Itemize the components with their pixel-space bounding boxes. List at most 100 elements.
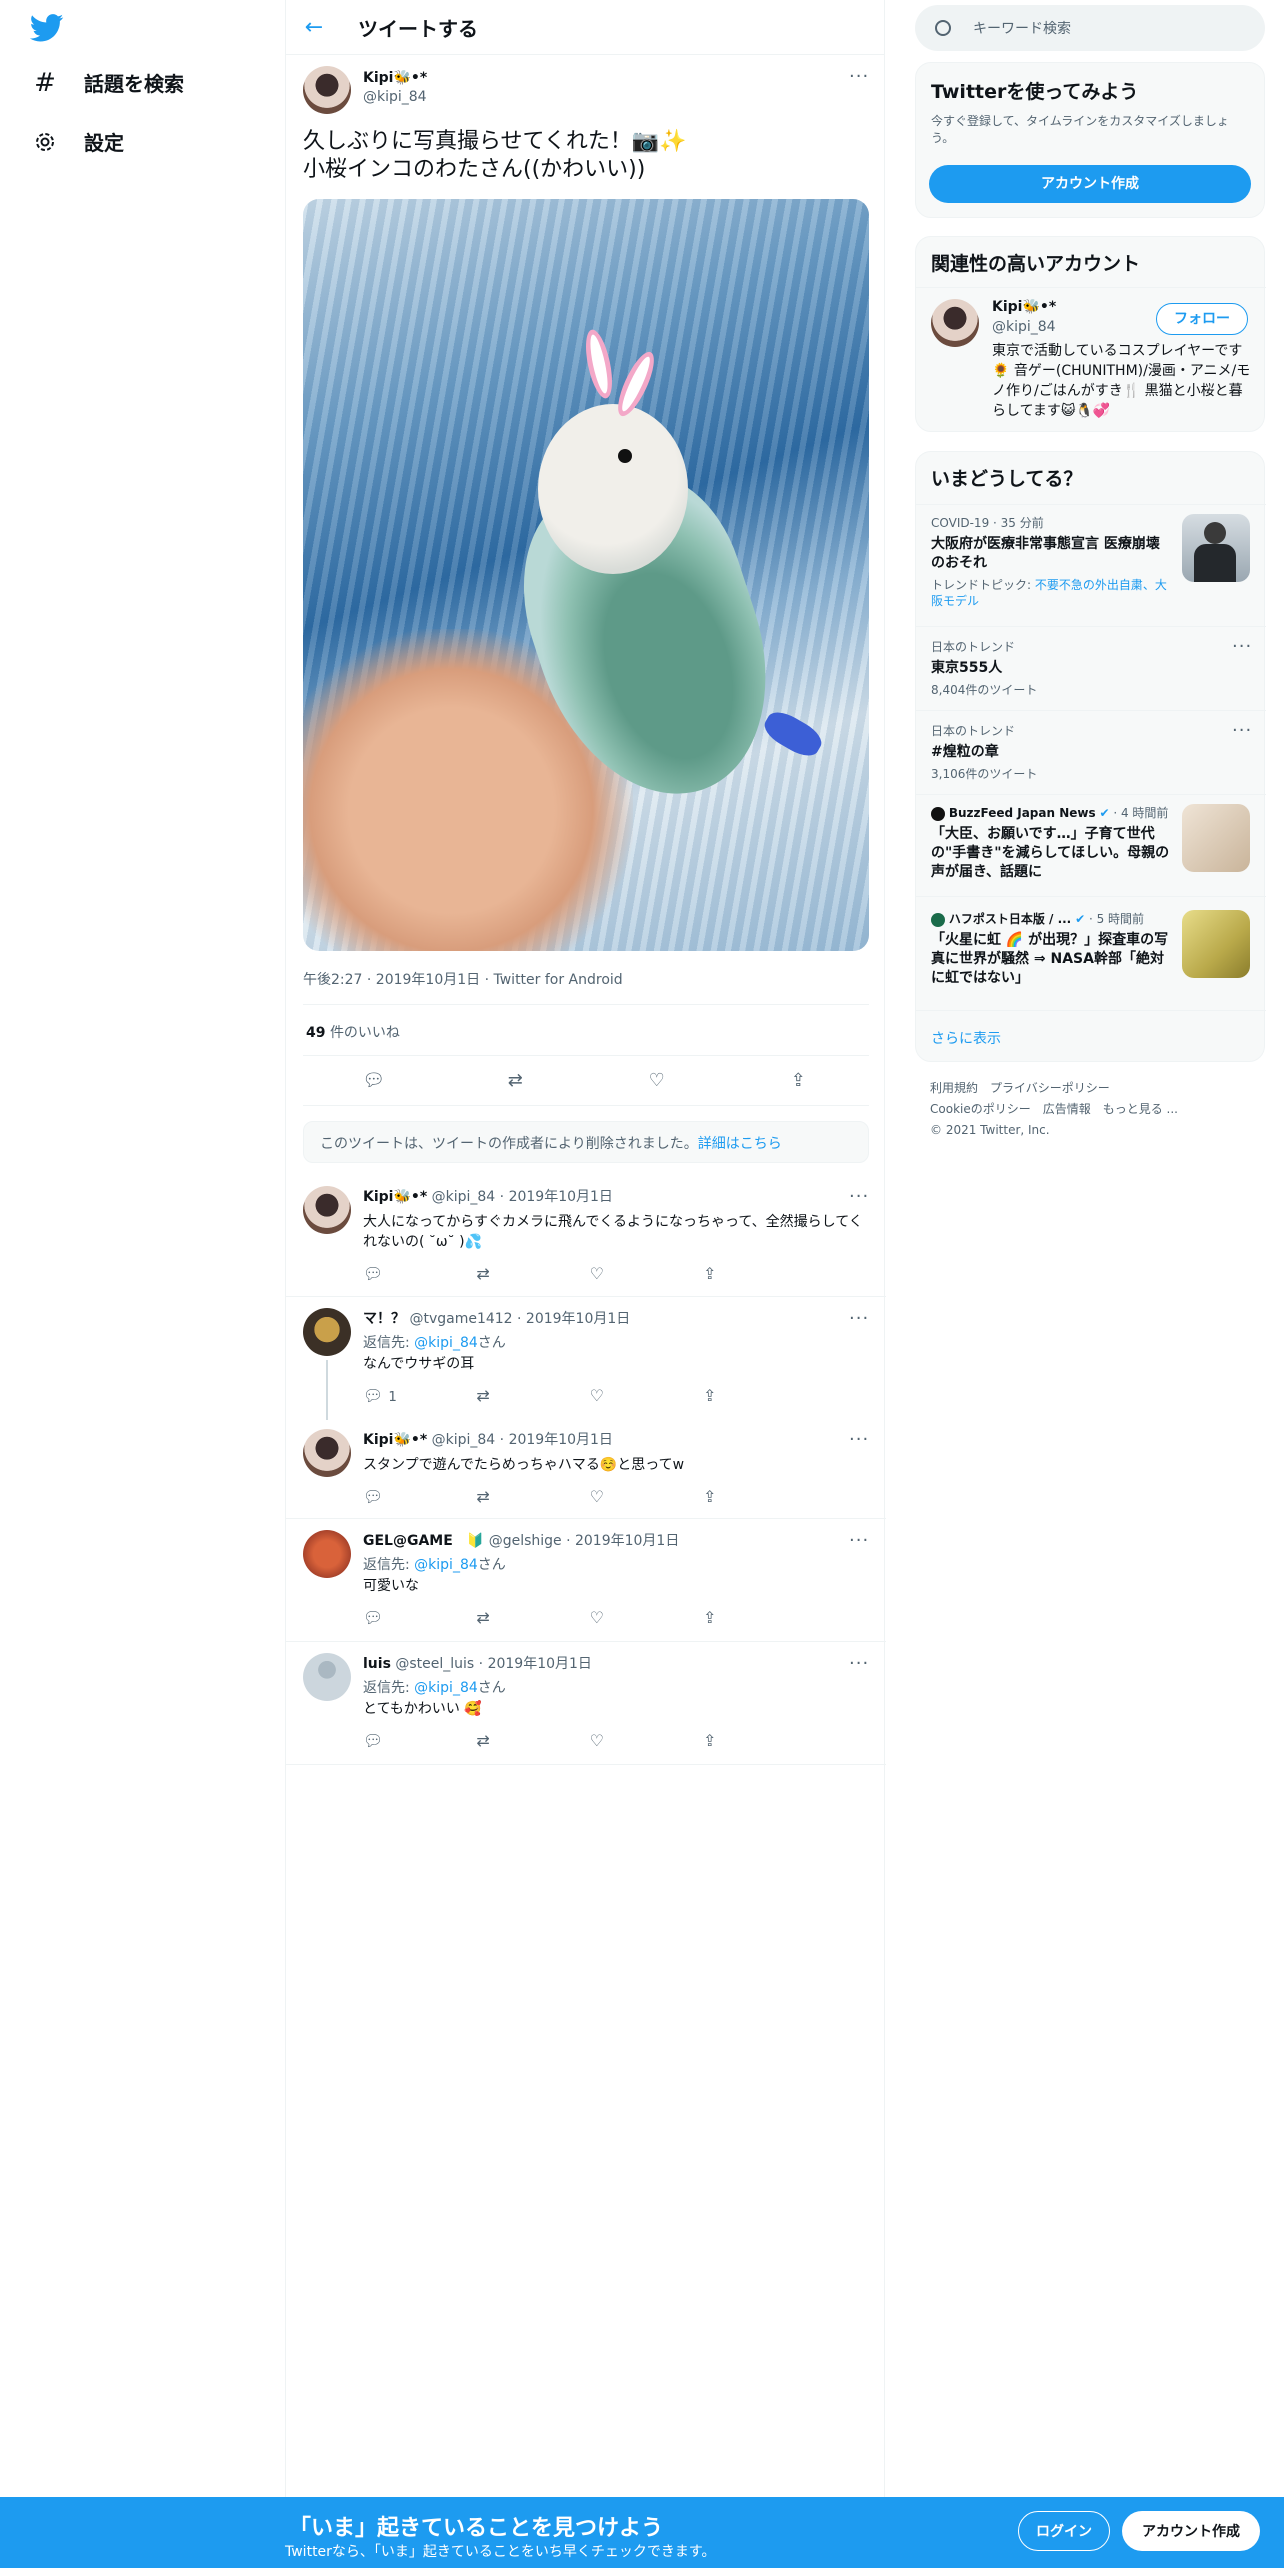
follow-button[interactable]: フォロー	[1156, 303, 1248, 335]
news-thumbnail	[1182, 910, 1250, 978]
source-logo-icon	[931, 912, 945, 927]
avatar[interactable]	[303, 1186, 351, 1234]
avatar[interactable]	[303, 1530, 351, 1578]
reply-name[interactable]: Kipi🐝•*	[363, 1189, 427, 1205]
news-item[interactable]: ハフポスト日本版 / ... ✔ · 5 時間前 「火星に虹 🌈 が出現？」探査…	[916, 910, 1266, 988]
share-icon[interactable]: ⇪	[703, 1386, 783, 1405]
avatar[interactable]	[303, 1653, 351, 1701]
reply-handle[interactable]: @gelshige	[489, 1533, 562, 1549]
tweet-actions: 💬︎ ⇄ ♡ ⇪	[303, 1070, 869, 1091]
share-icon[interactable]: ⇪	[703, 1731, 783, 1750]
share-icon[interactable]: ⇪	[703, 1608, 783, 1627]
trend-title: 大阪府が医療非常事態宣言 医療崩壊のおそれ	[931, 536, 1160, 571]
reply-handle[interactable]: @kipi_84	[432, 1189, 496, 1205]
trend-title: #煌粒の章	[931, 744, 999, 760]
trend-item[interactable]: COVID-19 · 35 分前 大阪府が医療非常事態宣言 医療崩壊のおそれ ト…	[916, 514, 1266, 609]
retweet-icon[interactable]: ⇄	[476, 1264, 556, 1283]
login-button[interactable]: ログイン	[1018, 2511, 1110, 2551]
search-box[interactable]: キーワード検索	[915, 5, 1265, 51]
footer-line-1[interactable]: 利用規約 プライバシーポリシー	[930, 1078, 1250, 1099]
footer-line-2[interactable]: Cookieのポリシー 広告情報 もっと見る ...	[930, 1099, 1250, 1120]
like-count[interactable]: 49 件のいいね	[306, 1022, 400, 1042]
news-title: 「大臣、お願いです…」子育て世代の"手書き"を減らしてほしい。母親の声が届き、話…	[931, 826, 1170, 880]
twitter-bird-icon[interactable]	[30, 14, 64, 42]
copyright: © 2021 Twitter, Inc.	[930, 1123, 1050, 1137]
related-name[interactable]: Kipi🐝•*	[992, 299, 1056, 315]
retweet-icon[interactable]: ⇄	[476, 1487, 556, 1506]
avatar[interactable]	[931, 299, 979, 347]
reply-name[interactable]: マ！？	[363, 1311, 405, 1327]
hashtag-icon: #	[34, 67, 56, 98]
related-handle[interactable]: @kipi_84	[992, 319, 1056, 335]
reply-date[interactable]: · 2019年10月1日	[500, 1189, 613, 1205]
retweet-icon[interactable]: ⇄	[476, 1608, 556, 1627]
reply-text: スタンプで遊んでたらめっちゃハマる☺️と思ってw	[363, 1457, 685, 1473]
banner-subtitle: Twitterなら、「いま」起きていることをいち早くチェックできます。	[285, 2544, 716, 2560]
nav-settings[interactable]: 設定	[32, 127, 124, 156]
reply-icon[interactable]: 💬︎	[363, 1608, 443, 1627]
reply-date[interactable]: · 2019年10月1日	[479, 1656, 592, 1672]
share-icon[interactable]: ⇪	[783, 1070, 813, 1091]
reply-count: 1	[388, 1390, 397, 1405]
reply-to-handle[interactable]: @kipi_84	[414, 1335, 478, 1351]
reply-to-suffix: さん	[477, 1335, 506, 1351]
search-icon	[935, 20, 951, 36]
reply-icon[interactable]: 💬︎	[363, 1731, 443, 1750]
reply-icon[interactable]: 💬︎	[359, 1070, 389, 1091]
signup-button[interactable]: アカウント作成	[1122, 2511, 1260, 2551]
like-icon[interactable]: ♡	[590, 1264, 670, 1283]
retweet-icon[interactable]: ⇄	[500, 1070, 530, 1091]
share-icon[interactable]: ⇪	[703, 1264, 783, 1283]
thread-connector	[326, 1360, 328, 1420]
nav-explore[interactable]: # 話題を検索	[32, 67, 184, 98]
reply-to-label: 返信先:	[363, 1557, 415, 1573]
more-options-icon[interactable]: ···	[1232, 720, 1252, 741]
avatar[interactable]	[303, 1308, 351, 1356]
reply-handle[interactable]: @steel_luis	[395, 1656, 474, 1672]
retweet-icon[interactable]: ⇄	[476, 1386, 556, 1405]
tweet-photo[interactable]	[303, 199, 869, 951]
banner-title: 「いま」起きていることを見つけよう	[289, 2516, 664, 2541]
create-account-button[interactable]: アカウント作成	[929, 165, 1251, 203]
more-options-icon[interactable]: ···	[1232, 636, 1252, 657]
like-icon[interactable]: ♡	[590, 1386, 670, 1405]
avatar[interactable]	[303, 66, 351, 114]
reply-date[interactable]: · 2019年10月1日	[500, 1432, 613, 1448]
news-item[interactable]: BuzzFeed Japan News ✔ · 4 時間前 「大臣、お願いです……	[916, 804, 1266, 882]
details-link[interactable]: 詳細はこちら	[698, 1136, 782, 1152]
reply-date[interactable]: · 2019年10月1日	[517, 1311, 630, 1327]
back-arrow-icon[interactable]: ←	[300, 13, 328, 41]
reply-to-handle[interactable]: @kipi_84	[414, 1557, 478, 1573]
like-icon[interactable]: ♡	[642, 1070, 672, 1091]
like-icon[interactable]: ♡	[590, 1487, 670, 1506]
trend-item[interactable]: 日本のトレンド #煌粒の章 3,106件のツイート ···	[916, 720, 1266, 782]
source-logo-icon	[931, 806, 945, 821]
trend-sub-prefix: トレンドトピック:	[931, 578, 1035, 592]
reply-name[interactable]: luis	[363, 1656, 391, 1672]
nav-explore-label: 話題を検索	[84, 72, 184, 96]
tweet-author[interactable]: Kipi🐝•* @kipi_84	[303, 66, 427, 114]
tweet-timestamp[interactable]: 午後2:27 · 2019年10月1日 · Twitter for Androi…	[303, 969, 623, 989]
show-more-link[interactable]: さらに表示	[931, 1028, 1001, 1048]
like-icon[interactable]: ♡	[590, 1608, 670, 1627]
news-title: 「火星に虹 🌈 が出現？」探査車の写真に世界が騒然 ⇒ NASA幹部「絶対に虹で…	[931, 932, 1169, 986]
retweet-icon[interactable]: ⇄	[476, 1731, 556, 1750]
reply-handle[interactable]: @tvgame1412	[409, 1311, 512, 1327]
share-icon[interactable]: ⇪	[703, 1487, 783, 1506]
reply-icon[interactable]: 💬︎	[363, 1264, 443, 1283]
reply-name[interactable]: GEL@GAME 🔰	[363, 1533, 484, 1549]
like-icon[interactable]: ♡	[590, 1731, 670, 1750]
main-column: ← ツイートする Kipi🐝•* @kipi_84 ··· 久しぶりに写真撮らせ…	[285, 0, 886, 2500]
reply-text: 大人になってからすぐカメラに飛んでくるようになっちゃって、全然撮らしてくれないの…	[363, 1214, 863, 1250]
reply-date[interactable]: · 2019年10月1日	[566, 1533, 679, 1549]
trend-item[interactable]: 日本のトレンド 東京555人 8,404件のツイート ···	[916, 636, 1266, 698]
reply-icon[interactable]: 💬︎ 1	[363, 1386, 443, 1405]
more-options-icon[interactable]: ···	[849, 66, 869, 87]
avatar[interactable]	[303, 1429, 351, 1477]
author-handle[interactable]: @kipi_84	[363, 89, 427, 105]
reply-handle[interactable]: @kipi_84	[432, 1432, 496, 1448]
reply-icon[interactable]: 💬︎	[363, 1487, 443, 1506]
author-display-name[interactable]: Kipi🐝•*	[363, 70, 427, 86]
reply-name[interactable]: Kipi🐝•*	[363, 1432, 427, 1448]
reply-to-handle[interactable]: @kipi_84	[414, 1680, 478, 1696]
